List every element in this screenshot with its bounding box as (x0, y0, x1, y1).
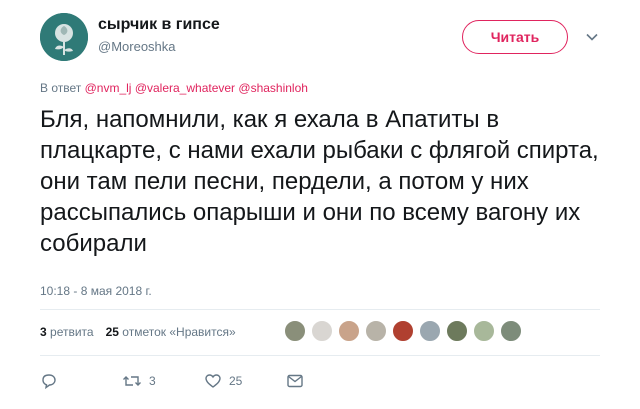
tweet-stats: 3 ретвита 25 отметок «Нравится» (40, 325, 236, 339)
divider (40, 355, 600, 356)
mention-link[interactable]: @nvm_lj (85, 81, 132, 95)
retweets-label: ретвита (50, 325, 94, 339)
mention-link[interactable]: @shashinloh (238, 81, 308, 95)
likes-count: 25 (105, 325, 119, 339)
like-button[interactable]: 25 (204, 372, 286, 390)
liker-avatar[interactable] (284, 320, 306, 342)
tweet-actions: 3 25 (40, 372, 304, 390)
retweet-count: 3 (149, 374, 156, 388)
liker-avatar[interactable] (365, 320, 387, 342)
mention-link[interactable]: @valera_whatever (135, 81, 235, 95)
reply-to-prefix: В ответ (40, 81, 82, 95)
liker-avatar[interactable] (446, 320, 468, 342)
rose-avatar-icon (40, 13, 88, 61)
retweets-stat[interactable]: 3 ретвита (40, 325, 94, 339)
envelope-icon (287, 374, 303, 388)
likes-label: отметок «Нравится» (122, 325, 236, 339)
reply-button[interactable] (40, 372, 122, 390)
liker-avatar[interactable] (500, 320, 522, 342)
heart-icon (205, 374, 221, 388)
retweet-button[interactable]: 3 (122, 372, 204, 390)
liker-avatar[interactable] (311, 320, 333, 342)
author-avatar[interactable] (40, 13, 88, 61)
reply-icon (42, 374, 56, 390)
liker-avatar[interactable] (392, 320, 414, 342)
liker-avatar[interactable] (338, 320, 360, 342)
retweets-count: 3 (40, 325, 47, 339)
author-handle[interactable]: @Moreoshka (98, 39, 176, 54)
divider (40, 309, 600, 310)
retweet-icon (123, 376, 141, 386)
liker-avatar[interactable] (473, 320, 495, 342)
author-name[interactable]: сырчик в гипсе (98, 16, 220, 34)
tweet-text: Бля, напомнили, как я ехала в Апатиты в … (40, 106, 599, 257)
likes-stat[interactable]: 25 отметок «Нравится» (106, 325, 236, 339)
like-count: 25 (229, 374, 243, 388)
tweet-timestamp[interactable]: 10:18 - 8 мая 2018 г. (40, 284, 152, 298)
chevron-down-icon[interactable] (585, 30, 599, 44)
reply-to-line: В ответ @nvm_lj @valera_whatever @shashi… (40, 81, 308, 95)
follow-button[interactable]: Читать (462, 20, 568, 54)
liker-avatar[interactable] (419, 320, 441, 342)
liker-avatars (284, 320, 527, 342)
direct-message-button[interactable] (286, 372, 304, 390)
